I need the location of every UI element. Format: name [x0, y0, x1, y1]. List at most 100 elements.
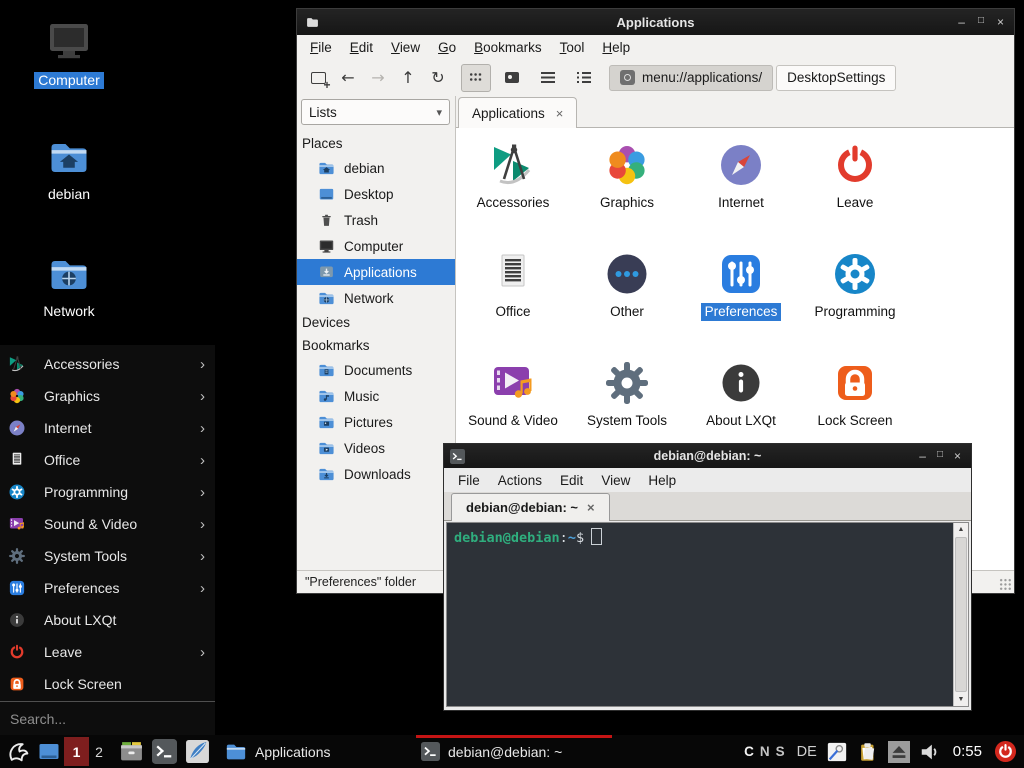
tab-close-icon[interactable]: × [587, 500, 595, 515]
sidebar-item-desktop[interactable]: Desktop [297, 181, 455, 207]
tab-close-icon[interactable]: × [556, 106, 564, 121]
menu-file[interactable]: File [301, 38, 341, 57]
maximize-button[interactable]: □ [937, 450, 943, 462]
menu-item-label: Sound & Video [44, 516, 137, 532]
keyboard-layout[interactable]: DE [797, 744, 817, 760]
sidebar-item-debian[interactable]: debian [297, 155, 455, 181]
taskbar-task-applications[interactable]: Applications [220, 735, 416, 768]
screenshot-tray-icon[interactable] [826, 741, 848, 763]
scroll-down-icon[interactable] [954, 693, 968, 706]
menu-view[interactable]: View [592, 471, 639, 490]
reload-button[interactable]: ↻ [423, 64, 453, 92]
removable-media-icon[interactable] [888, 741, 910, 763]
sidebar-item-applications[interactable]: Applications [297, 259, 455, 285]
places-header: Places [297, 132, 455, 155]
menu-actions[interactable]: Actions [489, 471, 551, 490]
terminal-output[interactable]: debian@debian:~$ [447, 523, 954, 706]
clipboard-tray-icon[interactable] [857, 741, 879, 763]
menu-item-preferences[interactable]: Preferences [0, 572, 215, 604]
workspace-1-button[interactable]: 1 [64, 737, 89, 766]
minimize-button[interactable]: – [958, 16, 965, 28]
terminal-launcher[interactable] [152, 739, 177, 764]
scrollbar-thumb[interactable] [955, 537, 967, 692]
tab-terminal-session[interactable]: debian@debian: ~ × [451, 493, 610, 521]
app-item-graphics[interactable]: Graphics [570, 134, 684, 243]
app-item-accessories[interactable]: Accessories [456, 134, 570, 243]
start-menu-button[interactable] [0, 735, 34, 768]
workspace-2-button[interactable]: 2 [89, 737, 109, 766]
window-title: Applications [357, 15, 954, 30]
sidebar-item-pictures[interactable]: Pictures [297, 409, 455, 435]
sidebar-item-music[interactable]: Music [297, 383, 455, 409]
compact-view-button[interactable] [569, 64, 599, 92]
app-item-leave[interactable]: Leave [798, 134, 912, 243]
sidebar-item-network[interactable]: Network [297, 285, 455, 311]
fm-titlebar[interactable]: Applications – □ × [297, 9, 1014, 35]
maximize-button[interactable]: □ [978, 16, 984, 28]
sound-video-icon [8, 515, 26, 533]
sidebar-item-documents[interactable]: Documents [297, 357, 455, 383]
menu-go[interactable]: Go [429, 38, 465, 57]
close-button[interactable]: × [954, 450, 961, 462]
thumbnail-view-button[interactable] [497, 64, 527, 92]
path-button-desktopsettings[interactable]: DesktopSettings [776, 65, 896, 91]
app-item-internet[interactable]: Internet [684, 134, 798, 243]
menu-item-programming[interactable]: Programming [0, 476, 215, 508]
menu-bookmarks[interactable]: Bookmarks [465, 38, 551, 57]
text-editor-launcher[interactable] [185, 739, 210, 764]
desktop-icon-computer[interactable]: Computer [23, 17, 115, 89]
tab-applications[interactable]: Applications × [458, 97, 577, 128]
keyboard-indicator[interactable]: C N S [744, 744, 785, 759]
lxqt-bird-icon [5, 739, 30, 764]
clock[interactable]: 0:55 [953, 743, 982, 760]
icon-view-button[interactable] [461, 64, 491, 92]
sidebar-item-videos[interactable]: Videos [297, 435, 455, 461]
menu-item-about-lxqt[interactable]: About LXQt [0, 604, 215, 636]
menu-help[interactable]: Help [639, 471, 685, 490]
close-button[interactable]: × [997, 16, 1004, 28]
sidebar-item-computer[interactable]: Computer [297, 233, 455, 259]
terminal-scrollbar[interactable] [953, 523, 968, 706]
back-button[interactable]: ← [333, 64, 363, 92]
app-item-office[interactable]: Office [456, 243, 570, 352]
menu-item-office[interactable]: Office [0, 444, 215, 476]
app-item-preferences[interactable]: Preferences [684, 243, 798, 352]
app-item-programming[interactable]: Programming [798, 243, 912, 352]
menu-edit[interactable]: Edit [341, 38, 382, 57]
about-icon [8, 611, 26, 629]
menu-file[interactable]: File [449, 471, 489, 490]
menu-help[interactable]: Help [593, 38, 639, 57]
file-manager-launcher[interactable] [119, 739, 144, 764]
sidebar-item-trash[interactable]: Trash [297, 207, 455, 233]
forward-button[interactable]: → [363, 64, 393, 92]
desktop-icon-debian[interactable]: debian [23, 137, 115, 203]
menu-item-sound-video[interactable]: Sound & Video [0, 508, 215, 540]
new-tab-button[interactable] [303, 64, 333, 92]
sidebar-item-downloads[interactable]: Downloads [297, 461, 455, 487]
menu-item-internet[interactable]: Internet [0, 412, 215, 444]
menu-item-graphics[interactable]: Graphics [0, 380, 215, 412]
menu-item-lock-screen[interactable]: Lock Screen [0, 668, 215, 700]
minimize-button[interactable]: – [919, 450, 926, 462]
menu-item-accessories[interactable]: Accessories [0, 348, 215, 380]
detailed-list-button[interactable] [533, 64, 563, 92]
show-desktop-button[interactable] [34, 735, 64, 768]
search-input[interactable] [0, 711, 215, 727]
sidebar-item-label: Music [344, 389, 379, 404]
menu-view[interactable]: View [382, 38, 429, 57]
menu-item-system-tools[interactable]: System Tools [0, 540, 215, 572]
path-button-current[interactable]: menu://applications/ [609, 65, 773, 91]
side-pane-selector[interactable]: Lists [301, 99, 450, 125]
menu-edit[interactable]: Edit [551, 471, 592, 490]
menu-item-leave[interactable]: Leave [0, 636, 215, 668]
terminal-titlebar[interactable]: debian@debian: ~ – □ × [444, 444, 971, 468]
taskbar-task-terminal[interactable]: debian@debian: ~ [416, 735, 612, 768]
app-item-other[interactable]: Other [570, 243, 684, 352]
desktop-icon-network[interactable]: Network [23, 254, 115, 320]
menu-tool[interactable]: Tool [551, 38, 594, 57]
power-button[interactable] [994, 740, 1017, 763]
volume-icon[interactable] [919, 741, 941, 763]
prompt-user: debian@debian [454, 530, 560, 546]
up-button[interactable]: ↑ [393, 64, 423, 92]
scroll-up-icon[interactable] [954, 523, 968, 536]
